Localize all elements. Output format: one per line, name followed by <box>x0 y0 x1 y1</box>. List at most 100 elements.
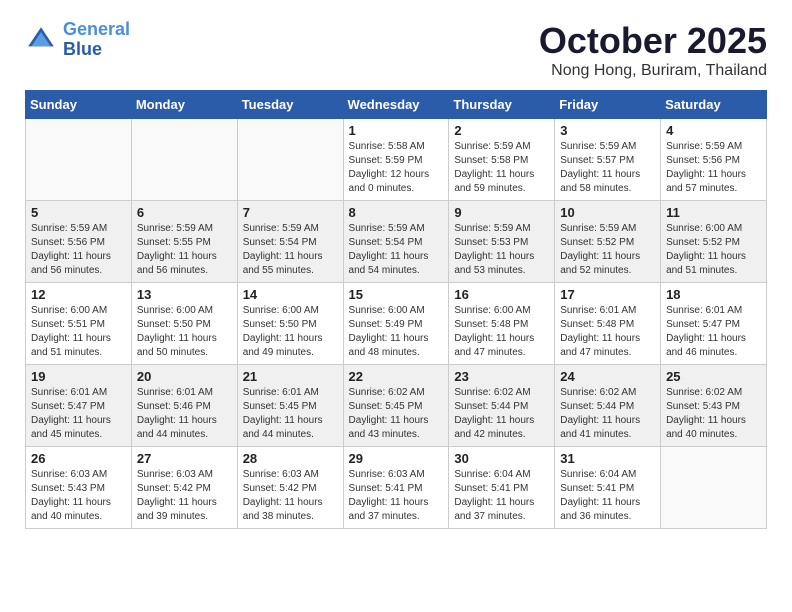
day-info: Sunrise: 6:00 AMSunset: 5:51 PMDaylight:… <box>31 304 126 360</box>
weekday-header-sunday: Sunday <box>26 91 132 119</box>
logo: General Blue <box>25 20 130 60</box>
day-number: 21 <box>243 369 338 384</box>
day-number: 18 <box>666 287 761 302</box>
day-info: Sunrise: 6:03 AMSunset: 5:41 PMDaylight:… <box>349 468 444 524</box>
day-info: Sunrise: 6:01 AMSunset: 5:47 PMDaylight:… <box>31 386 126 442</box>
calendar-cell: 25Sunrise: 6:02 AMSunset: 5:43 PMDayligh… <box>661 365 767 447</box>
calendar-cell: 4Sunrise: 5:59 AMSunset: 5:56 PMDaylight… <box>661 119 767 201</box>
page-header: General Blue October 2025 Nong Hong, Bur… <box>25 20 767 80</box>
calendar-cell: 17 Sunrise: 6:01 AMSunset: 5:48 PMDayligh… <box>555 283 661 365</box>
weekday-header-tuesday: Tuesday <box>237 91 343 119</box>
calendar-cell: 13Sunrise: 6:00 AMSunset: 5:50 PMDayligh… <box>131 283 237 365</box>
calendar-cell: 28 Sunrise: 6:03 AMSunset: 5:42 PMDayligh… <box>237 447 343 529</box>
calendar-cell: 1Sunrise: 5:58 AMSunset: 5:59 PMDaylight… <box>343 119 449 201</box>
calendar-cell <box>661 447 767 529</box>
calendar-week-row-1: 1Sunrise: 5:58 AMSunset: 5:59 PMDaylight… <box>26 119 767 201</box>
day-info: Sunrise: 6:00 AMSunset: 5:48 PMDaylight:… <box>454 304 549 360</box>
calendar-cell: 7 Sunrise: 5:59 AMSunset: 5:54 PMDaylight… <box>237 201 343 283</box>
day-number: 13 <box>137 287 232 302</box>
day-number: 19 <box>31 369 126 384</box>
day-info: Sunrise: 5:59 AMSunset: 5:52 PMDaylight:… <box>560 222 655 278</box>
day-number: 15 <box>349 287 444 302</box>
day-number: 10 <box>560 205 655 220</box>
calendar-week-row-3: 12Sunrise: 6:00 AMSunset: 5:51 PMDayligh… <box>26 283 767 365</box>
day-number: 23 <box>454 369 549 384</box>
day-number: 9 <box>454 205 549 220</box>
weekday-header-row: SundayMondayTuesdayWednesdayThursdayFrid… <box>26 91 767 119</box>
calendar-cell: 6 Sunrise: 5:59 AMSunset: 5:55 PMDaylight… <box>131 201 237 283</box>
day-info: Sunrise: 6:03 AMSunset: 5:42 PMDaylight:… <box>243 468 338 524</box>
month-title: October 2025 <box>539 20 767 62</box>
day-info: Sunrise: 5:59 AMSunset: 5:54 PMDaylight:… <box>243 222 338 278</box>
weekday-header-saturday: Saturday <box>661 91 767 119</box>
calendar-cell: 11Sunrise: 6:00 AMSunset: 5:52 PMDayligh… <box>661 201 767 283</box>
calendar-cell: 8 Sunrise: 5:59 AMSunset: 5:54 PMDaylight… <box>343 201 449 283</box>
day-info: Sunrise: 6:02 AMSunset: 5:44 PMDaylight:… <box>454 386 549 442</box>
day-number: 3 <box>560 123 655 138</box>
calendar-cell: 24 Sunrise: 6:02 AMSunset: 5:44 PMDayligh… <box>555 365 661 447</box>
day-info: Sunrise: 6:00 AMSunset: 5:50 PMDaylight:… <box>243 304 338 360</box>
day-info: Sunrise: 5:59 AMSunset: 5:58 PMDaylight:… <box>454 140 549 196</box>
calendar-cell <box>26 119 132 201</box>
day-info: Sunrise: 5:59 AMSunset: 5:54 PMDaylight:… <box>349 222 444 278</box>
day-number: 30 <box>454 451 549 466</box>
calendar-cell: 31Sunrise: 6:04 AMSunset: 5:41 PMDayligh… <box>555 447 661 529</box>
day-info: Sunrise: 6:04 AMSunset: 5:41 PMDaylight:… <box>454 468 549 524</box>
calendar-week-row-2: 5 Sunrise: 5:59 AMSunset: 5:56 PMDaylight… <box>26 201 767 283</box>
calendar-cell: 20Sunrise: 6:01 AMSunset: 5:46 PMDayligh… <box>131 365 237 447</box>
calendar-cell: 19 Sunrise: 6:01 AMSunset: 5:47 PMDayligh… <box>26 365 132 447</box>
calendar-cell: 23 Sunrise: 6:02 AMSunset: 5:44 PMDayligh… <box>449 365 555 447</box>
day-info: Sunrise: 5:59 AMSunset: 5:55 PMDaylight:… <box>137 222 232 278</box>
day-info: Sunrise: 5:59 AMSunset: 5:56 PMDaylight:… <box>31 222 126 278</box>
calendar-week-row-5: 26Sunrise: 6:03 AMSunset: 5:43 PMDayligh… <box>26 447 767 529</box>
calendar-cell: 29Sunrise: 6:03 AMSunset: 5:41 PMDayligh… <box>343 447 449 529</box>
calendar-cell: 12Sunrise: 6:00 AMSunset: 5:51 PMDayligh… <box>26 283 132 365</box>
day-info: Sunrise: 6:00 AMSunset: 5:49 PMDaylight:… <box>349 304 444 360</box>
day-number: 22 <box>349 369 444 384</box>
day-number: 6 <box>137 205 232 220</box>
day-info: Sunrise: 5:59 AMSunset: 5:53 PMDaylight:… <box>454 222 549 278</box>
calendar-cell <box>237 119 343 201</box>
day-number: 27 <box>137 451 232 466</box>
weekday-header-friday: Friday <box>555 91 661 119</box>
day-number: 5 <box>31 205 126 220</box>
calendar-cell: 3 Sunrise: 5:59 AMSunset: 5:57 PMDaylight… <box>555 119 661 201</box>
day-info: Sunrise: 6:04 AMSunset: 5:41 PMDaylight:… <box>560 468 655 524</box>
day-info: Sunrise: 6:01 AMSunset: 5:48 PMDaylight:… <box>560 304 655 360</box>
calendar-week-row-4: 19 Sunrise: 6:01 AMSunset: 5:47 PMDayligh… <box>26 365 767 447</box>
title-block: October 2025 Nong Hong, Buriram, Thailan… <box>539 20 767 80</box>
day-info: Sunrise: 6:03 AMSunset: 5:43 PMDaylight:… <box>31 468 126 524</box>
logo-icon <box>25 24 57 56</box>
day-info: Sunrise: 5:59 AMSunset: 5:57 PMDaylight:… <box>560 140 655 196</box>
day-number: 2 <box>454 123 549 138</box>
weekday-header-monday: Monday <box>131 91 237 119</box>
day-number: 24 <box>560 369 655 384</box>
day-info: Sunrise: 5:58 AMSunset: 5:59 PMDaylight:… <box>349 140 444 196</box>
calendar: SundayMondayTuesdayWednesdayThursdayFrid… <box>25 90 767 529</box>
calendar-cell: 10 Sunrise: 5:59 AMSunset: 5:52 PMDayligh… <box>555 201 661 283</box>
day-number: 7 <box>243 205 338 220</box>
day-info: Sunrise: 6:02 AMSunset: 5:44 PMDaylight:… <box>560 386 655 442</box>
calendar-cell: 22 Sunrise: 6:02 AMSunset: 5:45 PMDayligh… <box>343 365 449 447</box>
day-number: 11 <box>666 205 761 220</box>
logo-text: General Blue <box>63 20 130 60</box>
day-info: Sunrise: 6:02 AMSunset: 5:45 PMDaylight:… <box>349 386 444 442</box>
day-number: 28 <box>243 451 338 466</box>
calendar-cell: 2 Sunrise: 5:59 AMSunset: 5:58 PMDaylight… <box>449 119 555 201</box>
calendar-cell: 21 Sunrise: 6:01 AMSunset: 5:45 PMDayligh… <box>237 365 343 447</box>
day-info: Sunrise: 6:01 AMSunset: 5:45 PMDaylight:… <box>243 386 338 442</box>
calendar-cell: 9 Sunrise: 5:59 AMSunset: 5:53 PMDaylight… <box>449 201 555 283</box>
calendar-cell: 30 Sunrise: 6:04 AMSunset: 5:41 PMDayligh… <box>449 447 555 529</box>
calendar-cell: 18 Sunrise: 6:01 AMSunset: 5:47 PMDayligh… <box>661 283 767 365</box>
day-number: 16 <box>454 287 549 302</box>
day-number: 8 <box>349 205 444 220</box>
day-number: 17 <box>560 287 655 302</box>
calendar-cell: 26Sunrise: 6:03 AMSunset: 5:43 PMDayligh… <box>26 447 132 529</box>
calendar-cell: 27 Sunrise: 6:03 AMSunset: 5:42 PMDayligh… <box>131 447 237 529</box>
day-number: 4 <box>666 123 761 138</box>
calendar-cell: 14Sunrise: 6:00 AMSunset: 5:50 PMDayligh… <box>237 283 343 365</box>
day-info: Sunrise: 6:01 AMSunset: 5:47 PMDaylight:… <box>666 304 761 360</box>
calendar-cell: 16 Sunrise: 6:00 AMSunset: 5:48 PMDayligh… <box>449 283 555 365</box>
day-info: Sunrise: 6:03 AMSunset: 5:42 PMDaylight:… <box>137 468 232 524</box>
day-number: 25 <box>666 369 761 384</box>
